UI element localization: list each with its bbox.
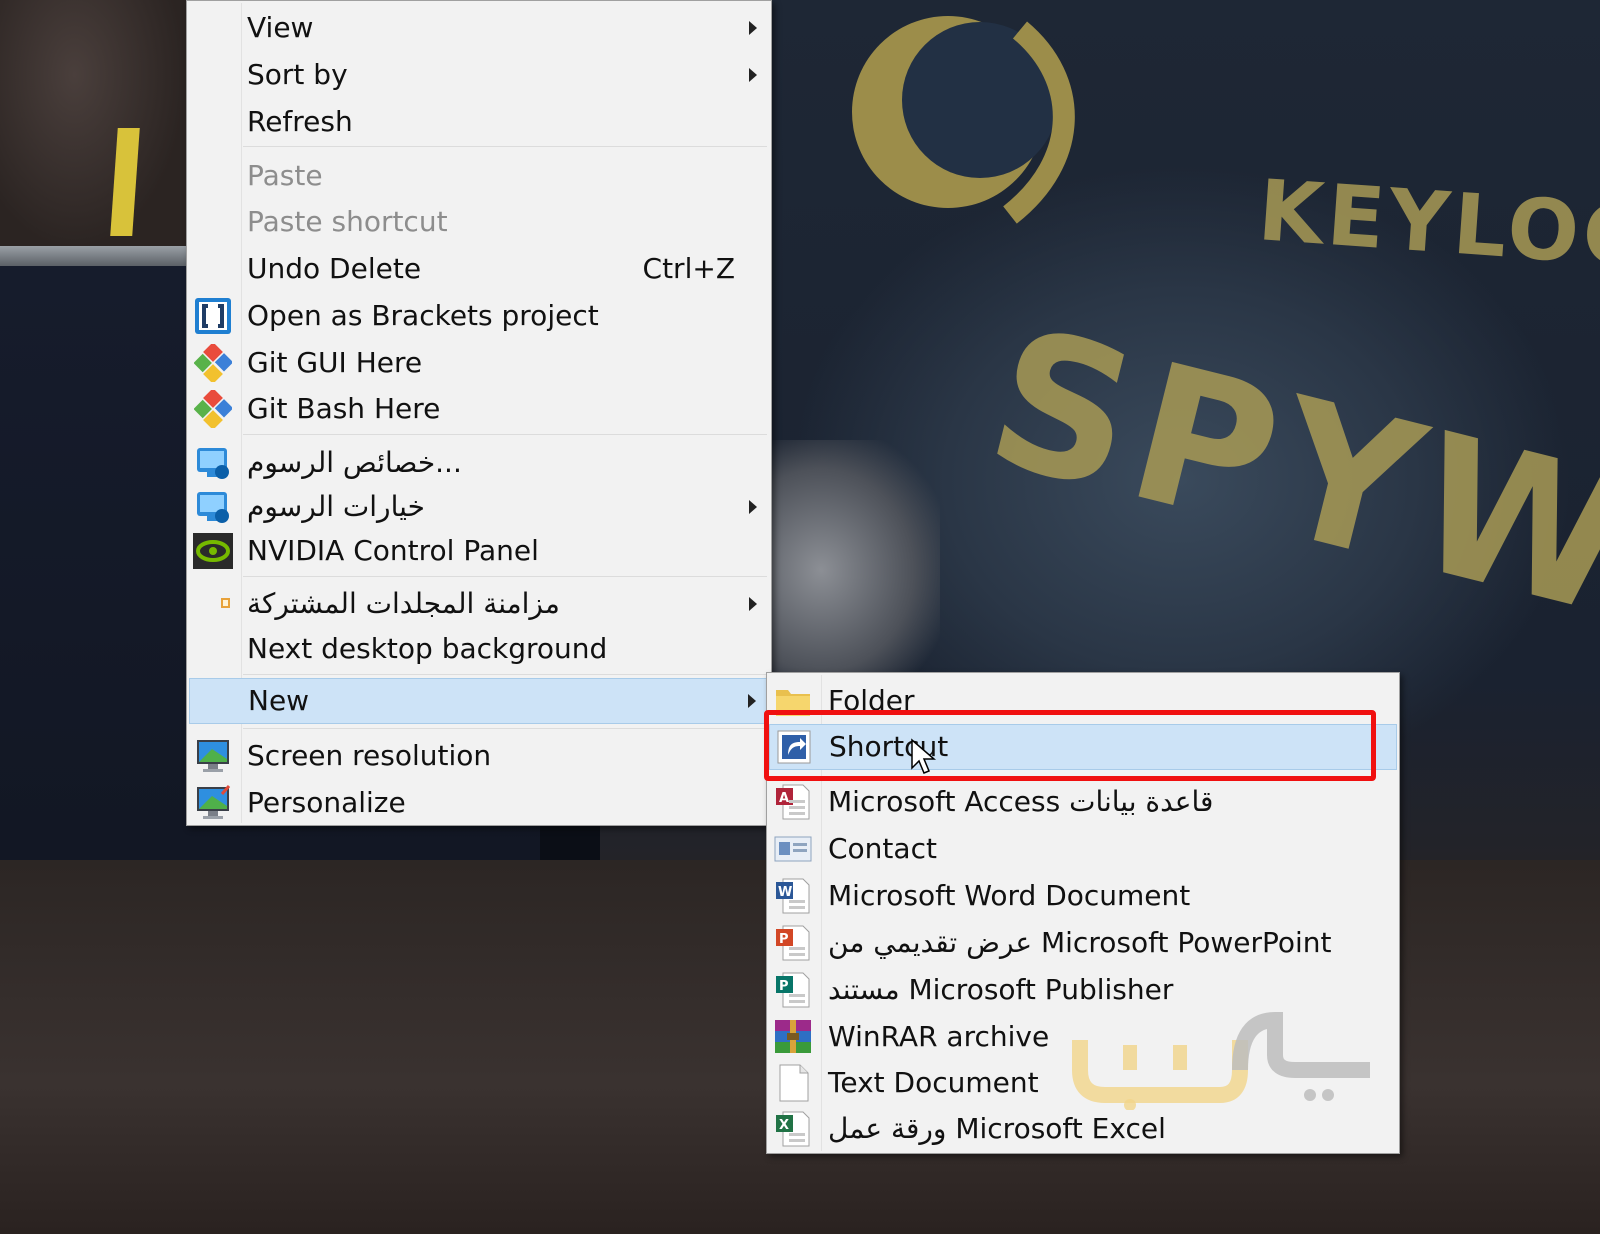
- monitor-icon: [193, 736, 233, 776]
- submenu-item-word-document[interactable]: W Microsoft Word Document: [769, 873, 1397, 919]
- intel-graphics-icon: [193, 487, 233, 527]
- menu-item-label: Paste: [247, 159, 323, 192]
- text-document-icon: [773, 1063, 813, 1103]
- shortcut-highlight-box: [764, 710, 1376, 781]
- submenu-item-label: عرض تقديمي من Microsoft PowerPoint: [828, 926, 1332, 959]
- git-bash-icon: [193, 389, 233, 429]
- background-figure: [0, 0, 186, 250]
- menu-item-undo-delete[interactable]: Undo Delete Ctrl+Z: [189, 246, 769, 292]
- svg-text:A: A: [779, 791, 789, 806]
- menu-item-label: Undo Delete: [247, 252, 422, 285]
- menu-separator: [243, 728, 767, 729]
- menu-item-next-desktop-background[interactable]: Next desktop background: [189, 626, 769, 672]
- desktop-context-menu: View Sort by Refresh Paste Paste shortcu…: [186, 0, 772, 826]
- winrar-icon: [773, 1017, 813, 1057]
- powerpoint-icon: P: [773, 923, 813, 963]
- svg-text:P: P: [779, 979, 789, 994]
- svg-text:W: W: [778, 885, 792, 900]
- menu-item-label: Next desktop background: [247, 632, 608, 665]
- moon-logo-icon: [852, 16, 1075, 224]
- menu-item-personalize[interactable]: Personalize: [189, 780, 769, 826]
- menu-separator: [243, 674, 767, 675]
- menu-item-label: خصائص الرسوم...: [247, 446, 462, 479]
- menu-item-label: Git GUI Here: [247, 346, 423, 379]
- git-gui-icon: [193, 343, 233, 383]
- intel-graphics-icon: [193, 443, 233, 483]
- menu-item-label: View: [247, 11, 314, 44]
- submenu-item-label: Microsoft Word Document: [828, 879, 1191, 912]
- menu-item-nvidia-control-panel[interactable]: NVIDIA Control Panel: [189, 528, 769, 574]
- menu-item-label: مزامنة المجلدات المشتركة: [247, 587, 560, 620]
- svg-text:P: P: [779, 932, 789, 947]
- background-keylog-text: KEYLOG: [1255, 161, 1600, 287]
- submenu-item-contact[interactable]: Contact: [769, 826, 1397, 872]
- menu-item-open-brackets[interactable]: Open as Brackets project: [189, 293, 769, 339]
- menu-separator: [243, 576, 767, 577]
- submenu-item-label: ورقة عمل Microsoft Excel: [828, 1112, 1166, 1145]
- mouse-cursor-icon: [911, 738, 937, 774]
- submenu-item-excel-worksheet[interactable]: X ورقة عمل Microsoft Excel: [769, 1106, 1397, 1152]
- submenu-item-label: Text Document: [828, 1066, 1039, 1099]
- submenu-arrow-icon: [748, 694, 756, 708]
- excel-icon: X: [773, 1109, 813, 1149]
- submenu-item-powerpoint[interactable]: P عرض تقديمي من Microsoft PowerPoint: [769, 920, 1397, 966]
- menu-separator: [243, 146, 767, 147]
- sync-icon: [193, 584, 233, 624]
- menu-item-label: خيارات الرسوم: [247, 490, 425, 523]
- menu-item-git-bash[interactable]: Git Bash Here: [189, 386, 769, 432]
- menu-item-shortcut: Ctrl+Z: [642, 252, 735, 285]
- svg-text:X: X: [779, 1118, 789, 1133]
- menu-item-graphics-options[interactable]: خيارات الرسوم: [189, 484, 769, 530]
- menu-item-label: Sort by: [247, 58, 348, 91]
- menu-item-label: New: [248, 684, 310, 717]
- brackets-icon: [193, 296, 233, 336]
- personalize-icon: [193, 783, 233, 823]
- menu-item-screen-resolution[interactable]: Screen resolution: [189, 733, 769, 779]
- submenu-arrow-icon: [749, 500, 757, 514]
- menu-item-refresh[interactable]: Refresh: [189, 99, 769, 145]
- menu-item-git-gui[interactable]: Git GUI Here: [189, 340, 769, 386]
- menu-item-label: Personalize: [247, 786, 406, 819]
- menu-item-paste[interactable]: Paste: [189, 153, 769, 199]
- submenu-item-label: Microsoft Access قاعدة بيانات: [828, 785, 1214, 818]
- access-icon: A: [773, 782, 813, 822]
- submenu-item-access-database[interactable]: A Microsoft Access قاعدة بيانات: [769, 779, 1397, 825]
- menu-item-label: Open as Brackets project: [247, 299, 599, 332]
- submenu-arrow-icon: [749, 597, 757, 611]
- menu-item-label: Screen resolution: [247, 739, 492, 772]
- nvidia-icon: [193, 531, 233, 571]
- watermark-logo-icon: [1072, 1011, 1370, 1110]
- menu-item-sort-by[interactable]: Sort by: [189, 52, 769, 98]
- menu-item-label: Paste shortcut: [247, 205, 448, 238]
- menu-item-label: Git Bash Here: [247, 392, 441, 425]
- submenu-item-label: WinRAR archive: [828, 1020, 1050, 1053]
- menu-item-label: Refresh: [247, 105, 353, 138]
- submenu-arrow-icon: [749, 68, 757, 82]
- menu-item-graphics-properties[interactable]: خصائص الرسوم...: [189, 440, 769, 486]
- menu-item-view[interactable]: View: [189, 5, 769, 51]
- background-hood: [770, 440, 940, 700]
- word-icon: W: [773, 876, 813, 916]
- background-shelf: [0, 246, 200, 266]
- menu-item-label: NVIDIA Control Panel: [247, 534, 539, 567]
- menu-item-sync-shared-folders[interactable]: مزامنة المجلدات المشتركة: [189, 581, 769, 627]
- submenu-item-label: Contact: [828, 832, 937, 865]
- menu-separator: [243, 434, 767, 435]
- contact-icon: [773, 829, 813, 869]
- publisher-icon: P: [773, 970, 813, 1010]
- menu-item-new[interactable]: New: [189, 678, 769, 724]
- menu-item-paste-shortcut[interactable]: Paste shortcut: [189, 199, 769, 245]
- submenu-arrow-icon: [749, 21, 757, 35]
- background-spyware-text: SPYWA: [970, 286, 1600, 695]
